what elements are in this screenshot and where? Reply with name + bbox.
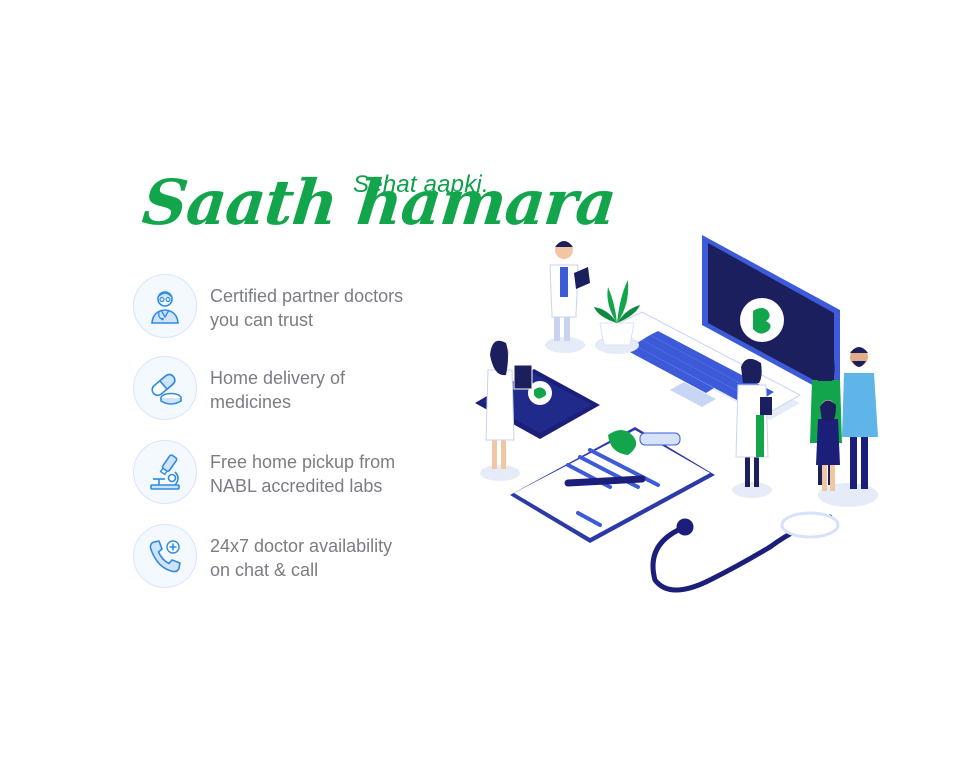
feature-medicines: Home delivery of medicines: [133, 356, 453, 420]
feature-labs: Free home pickup from NABL accredited la…: [133, 440, 453, 504]
feature-labs-line2: NABL accredited labs: [210, 476, 383, 496]
feature-doctors-line1: Certified partner doctors: [210, 286, 404, 306]
family-figures: [810, 347, 878, 507]
stethoscope-illustration: [650, 511, 840, 593]
laptop-illustration: [608, 235, 840, 420]
microscope-icon: [133, 440, 197, 504]
feature-medicines-line1: Home delivery of: [210, 368, 346, 388]
feature-labs-line1: Free home pickup from: [210, 452, 396, 472]
feature-doctors: Certified partner doctors you can trust: [133, 274, 453, 338]
feature-availability-line2: on chat & call: [210, 560, 319, 580]
doctor-figure: [545, 241, 590, 353]
pills-icon: [133, 356, 197, 420]
feature-doctors-line2: you can trust: [210, 310, 314, 330]
doctor-icon: [133, 274, 197, 338]
feature-availability-line1: 24x7 doctor availability: [210, 536, 393, 556]
healthcare-illustration: [475, 235, 878, 593]
phone-plus-icon: [133, 524, 197, 588]
feature-availability: 24x7 doctor availability on chat & call: [133, 524, 453, 588]
feature-medicines-line2: medicines: [210, 392, 292, 412]
